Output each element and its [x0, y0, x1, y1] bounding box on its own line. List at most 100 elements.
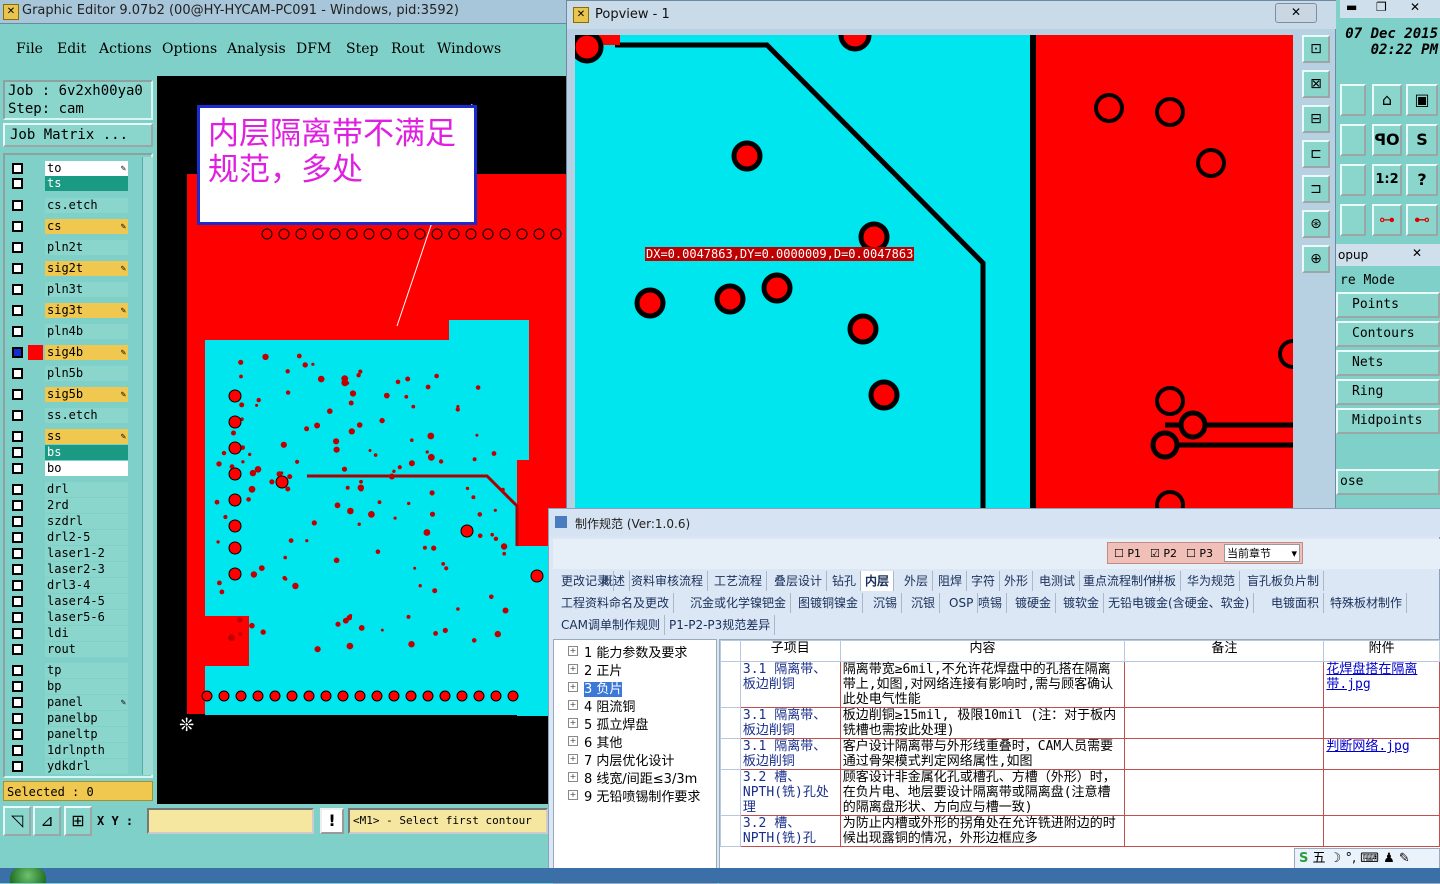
window-fit-icon[interactable]: ▣	[1406, 84, 1438, 116]
layer-checkbox[interactable]	[12, 410, 23, 421]
menu-rout[interactable]: Rout	[391, 41, 425, 57]
tab-tabs_row1-4[interactable]: 叠层设计	[770, 571, 828, 591]
layer-color-swatch[interactable]	[28, 387, 43, 402]
row-header[interactable]	[720, 769, 741, 816]
expand-icon[interactable]: +	[568, 718, 578, 728]
layer-checkbox[interactable]	[12, 484, 23, 495]
layer-row[interactable]: ldi	[10, 626, 130, 641]
layer-row[interactable]: pln5b	[10, 366, 130, 381]
layer-checkbox[interactable]	[12, 200, 23, 211]
tree-item[interactable]: +2 正片	[568, 660, 622, 679]
net-icon-2[interactable]: ⊷	[1406, 204, 1438, 236]
layer-color-swatch[interactable]	[28, 759, 43, 774]
warning-icon[interactable]: !	[320, 808, 344, 834]
p1-checkbox[interactable]: ☐ P1	[1114, 547, 1141, 560]
layer-row[interactable]: 2rd	[10, 498, 130, 513]
grid-tool-button[interactable]: ⊞	[64, 806, 92, 836]
layer-row[interactable]: ts	[10, 176, 130, 191]
expand-icon[interactable]: +	[568, 772, 578, 782]
tab-tabs_row1-5[interactable]: 钻孔	[828, 571, 862, 591]
layer-row[interactable]: drl2-5	[10, 530, 130, 545]
ratio-button[interactable]: 1:2	[1372, 164, 1402, 196]
layer-color-swatch[interactable]	[28, 366, 43, 381]
tab-tabs_row2-6[interactable]: 喷锡	[974, 593, 1008, 613]
tool-a[interactable]	[1340, 84, 1366, 116]
layer-checkbox[interactable]	[12, 221, 23, 232]
layer-color-swatch[interactable]	[28, 514, 43, 529]
popview-tool-3[interactable]: ⊟	[1302, 105, 1330, 133]
menu-dfm[interactable]: DFM	[296, 41, 331, 57]
xy-input[interactable]	[147, 808, 314, 834]
layer-row[interactable]: laser1-2	[10, 546, 130, 561]
row-header[interactable]	[720, 661, 741, 708]
popview-tool-4[interactable]: ⊏	[1302, 140, 1330, 168]
layer-color-swatch[interactable]	[28, 408, 43, 423]
layer-checkbox[interactable]	[12, 431, 23, 442]
tool-b[interactable]	[1340, 124, 1366, 156]
layer-color-swatch[interactable]	[28, 198, 43, 213]
layer-color-swatch[interactable]	[28, 345, 43, 360]
layer-checkbox[interactable]	[12, 500, 23, 511]
layer-edit-icon[interactable]: ✎	[121, 696, 126, 711]
tab-tabs_row2-1[interactable]: 沉金或化学镍钯金	[686, 593, 792, 613]
layer-checkbox[interactable]	[12, 447, 23, 458]
layer-color-swatch[interactable]	[28, 482, 43, 497]
cell-attach[interactable]	[1323, 769, 1440, 816]
layer-edit-icon[interactable]: ✎	[121, 430, 126, 445]
column-header-note[interactable]: 备注	[1124, 640, 1325, 662]
layer-checkbox[interactable]	[12, 612, 23, 623]
menu-actions[interactable]: Actions	[99, 41, 152, 57]
table-row[interactable]: 3.2 槽、NPTH(铣)孔处理 顾客设计非金属化孔或槽孔、方槽（外形）时，在负片…	[720, 769, 1440, 816]
expand-icon[interactable]: +	[568, 646, 578, 656]
mode-points[interactable]: Points	[1336, 292, 1440, 318]
minimize-icon[interactable]: ▬	[1346, 0, 1357, 14]
expand-icon[interactable]: +	[568, 790, 578, 800]
layer-checkbox[interactable]	[12, 644, 23, 655]
layer-row[interactable]: panel ✎	[10, 695, 130, 710]
tab-tabs_row2-7[interactable]: 镀硬金	[1011, 593, 1057, 613]
layer-checkbox[interactable]	[12, 681, 23, 692]
layer-color-swatch[interactable]	[28, 711, 43, 726]
snap-icon[interactable]: S	[1406, 124, 1438, 156]
chapter-select[interactable]: 当前章节 ▾	[1224, 544, 1300, 562]
mode-contours[interactable]: Contours	[1336, 321, 1440, 347]
tab-tabs_row1-15[interactable]: 盲孔板负片制	[1243, 571, 1325, 591]
mirror-icon[interactable]: ꟼO	[1372, 124, 1402, 156]
layer-checkbox[interactable]	[12, 628, 23, 639]
layer-edit-icon[interactable]: ✎	[121, 162, 126, 177]
zoom-tool-button[interactable]: ◹	[3, 806, 31, 836]
row-header[interactable]	[720, 707, 741, 739]
layer-color-swatch[interactable]	[28, 578, 43, 593]
layer-color-swatch[interactable]	[28, 261, 43, 276]
layer-color-swatch[interactable]	[28, 663, 43, 678]
layer-checkbox[interactable]	[12, 163, 23, 174]
menu-options[interactable]: Options	[162, 41, 217, 57]
popview-close-button[interactable]: ✕	[1275, 3, 1317, 23]
p3-checkbox[interactable]: ☐ P3	[1186, 547, 1213, 560]
tree-item[interactable]: +5 孤立焊盘	[568, 714, 648, 733]
tree-item[interactable]: +1 能力参数及要求	[568, 642, 687, 661]
layer-row[interactable]: rout	[10, 642, 130, 657]
tab-tabs_row1-6[interactable]: 内层	[861, 571, 895, 591]
popview-tool-6[interactable]: ⊛	[1302, 210, 1330, 238]
layer-edit-icon[interactable]: ✎	[121, 220, 126, 235]
layer-color-swatch[interactable]	[28, 530, 43, 545]
popview-tool-5[interactable]: ⊐	[1302, 175, 1330, 203]
layer-color-swatch[interactable]	[28, 562, 43, 577]
tool-d[interactable]	[1340, 204, 1366, 236]
layer-row[interactable]: sig3t ✎	[10, 303, 130, 318]
layer-color-swatch[interactable]	[28, 695, 43, 710]
layer-checkbox[interactable]	[12, 389, 23, 400]
layer-checkbox[interactable]	[12, 516, 23, 527]
layer-checkbox[interactable]	[12, 263, 23, 274]
layer-color-swatch[interactable]	[28, 546, 43, 561]
tab-tabs_row2-11[interactable]: 特殊板材制作	[1326, 593, 1408, 613]
tab-tabs_row1-11[interactable]: 电测试	[1035, 571, 1081, 591]
popview-tool-7[interactable]: ⊕	[1302, 245, 1330, 273]
tab-tabs_row1-13[interactable]: 拼板	[1148, 571, 1182, 591]
layer-row[interactable]: sig4b ✎	[10, 345, 130, 360]
layer-checkbox[interactable]	[12, 665, 23, 676]
layer-row[interactable]: cs ✎	[10, 219, 130, 234]
layer-checkbox[interactable]	[12, 745, 23, 756]
layer-color-swatch[interactable]	[28, 176, 43, 191]
